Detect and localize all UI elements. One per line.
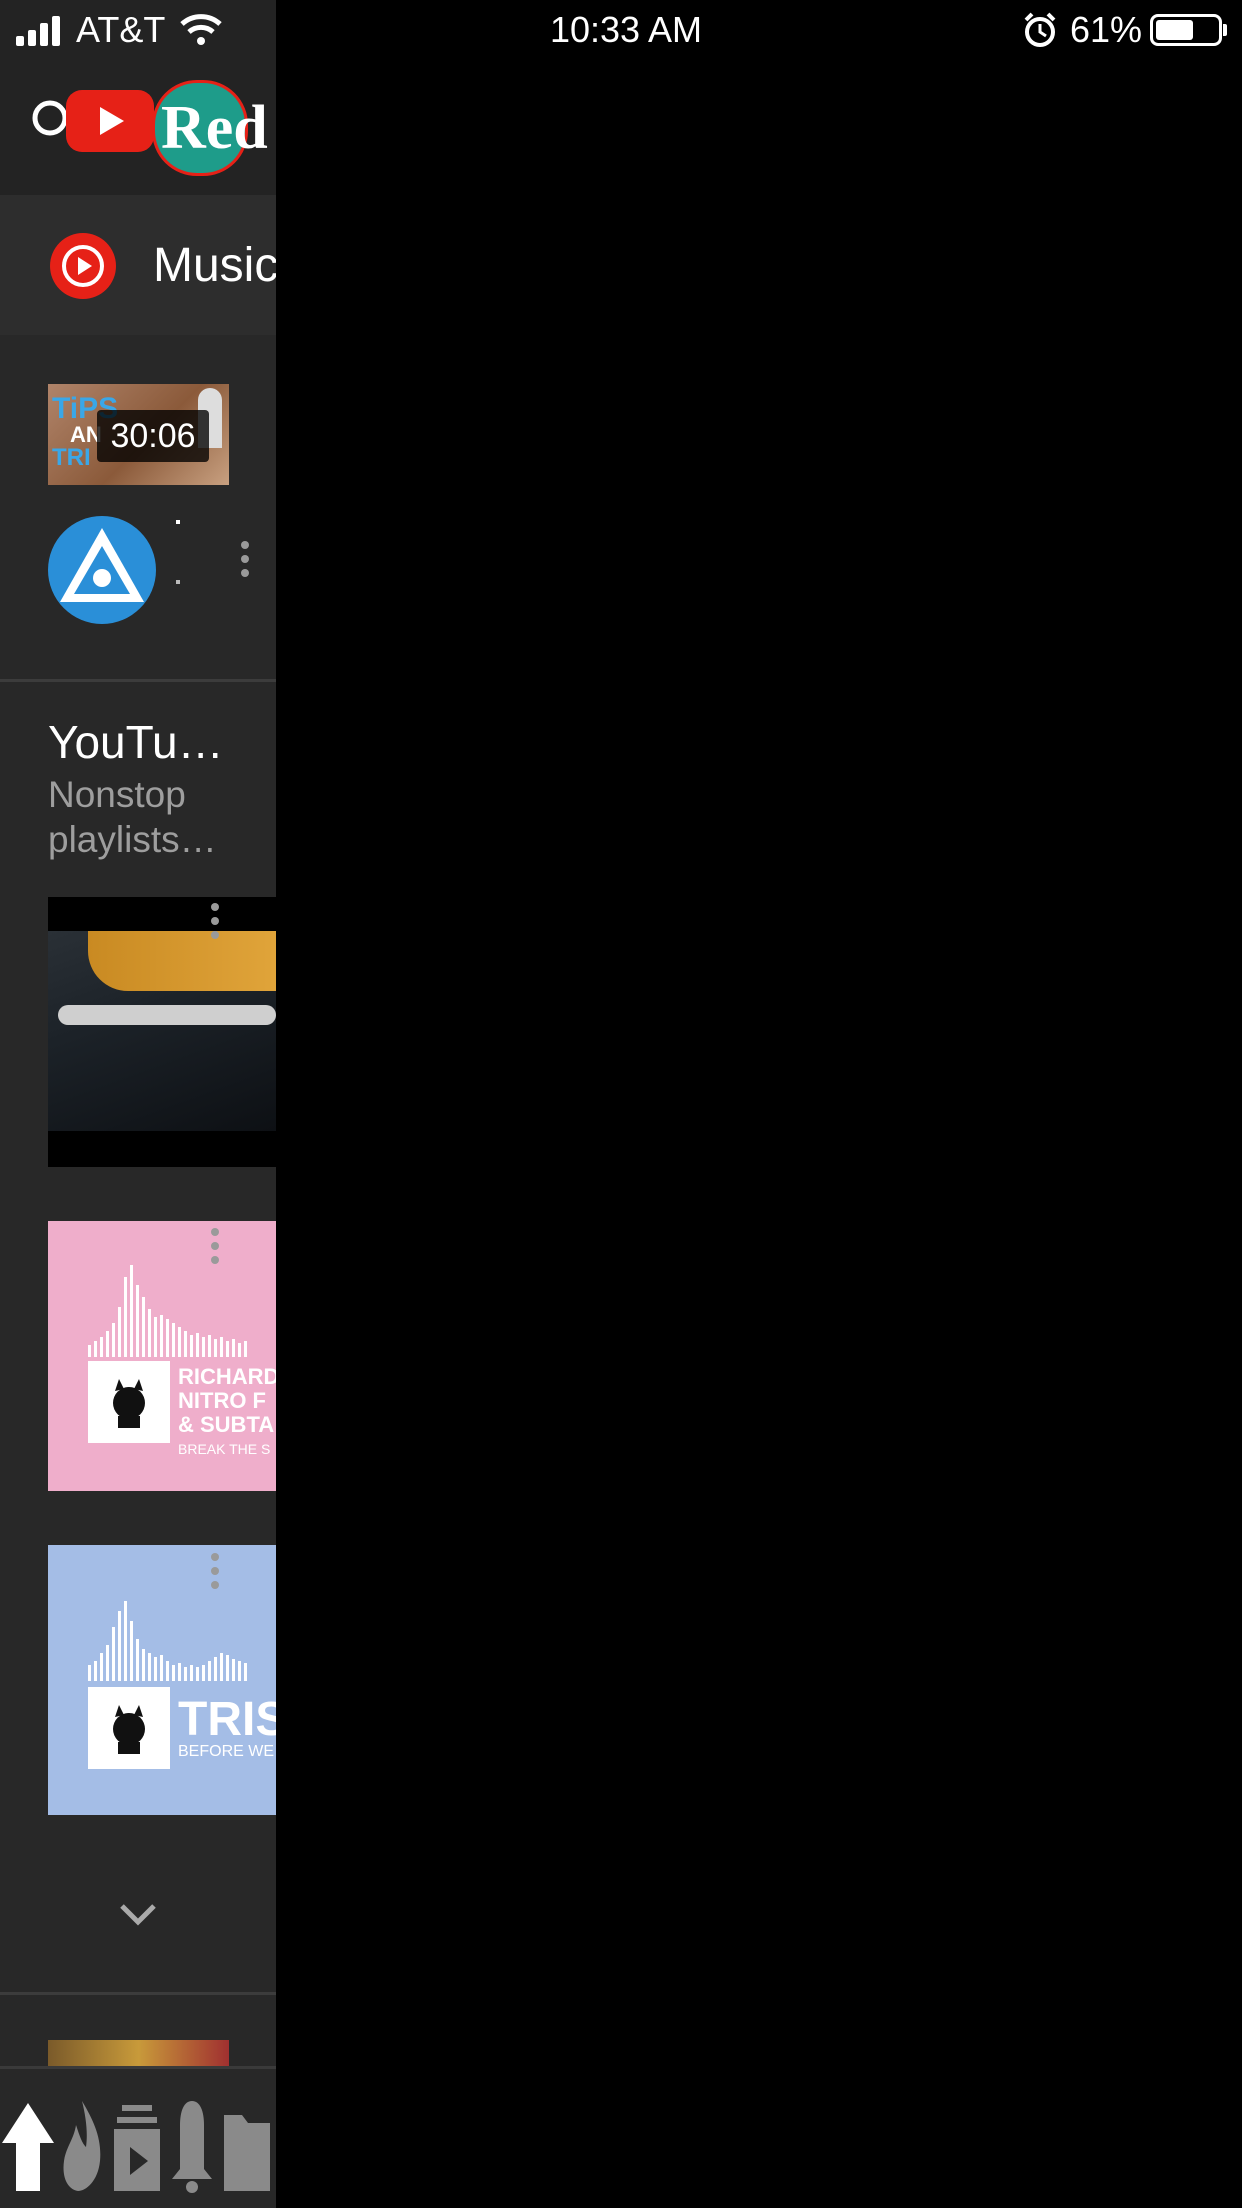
shelf-subtitle: Nonstop playlists… [48,772,268,862]
playlist-tile[interactable]: RICHARD NITRO F & SUBTA BREAK THE S [48,1221,276,1491]
shelf-subtitle-line: Nonstop [48,774,186,815]
tile-caption-line: TRIS [178,1693,276,1746]
subscriptions-icon[interactable] [112,2095,162,2195]
tile-caption-line: RICHARD [178,1364,276,1389]
home-icon[interactable] [0,2095,56,2195]
title-dot [176,520,180,524]
monstercat-logo [88,1361,170,1443]
tile-caption-line: BEFORE WE [178,1743,275,1760]
shelf-title: YouTu… [48,716,224,768]
library-icon[interactable] [222,2095,272,2195]
tile-caption-line: BREAK THE S [178,1441,271,1457]
logo-text: Red [161,94,268,162]
battery-percent: 61% [1070,9,1143,50]
notifications-icon[interactable] [170,2095,214,2195]
audio-spectrum [88,1265,247,1357]
more-vert-icon[interactable] [211,1553,221,1595]
audio-spectrum [88,1601,247,1681]
title-dot [176,580,180,584]
monstercat-logo [88,1687,170,1769]
guitar-neck [58,1005,276,1025]
more-vert-icon[interactable] [211,903,221,945]
youtube-logo-icon[interactable] [66,90,154,152]
thumb-text: TRI [52,444,91,471]
status-bar: AT&T 10:33 AM 61% [0,0,1242,60]
tile-caption-line: & SUBTA [178,1412,275,1437]
battery-icon [1150,14,1222,46]
more-vert-icon[interactable] [241,541,251,583]
alarm-icon [1024,12,1056,47]
battery-level [1156,20,1193,40]
chevron-down-icon[interactable] [118,1900,158,1928]
red-logo[interactable]: Red [152,80,268,176]
tile-caption-line: NITRO F [178,1388,266,1413]
music-play-icon [50,233,116,299]
more-vert-icon[interactable] [211,1228,221,1270]
side-panel: Red Music TiPS AN TRI 30:06 YouTu… Nonst… [0,0,276,2208]
channel-avatar[interactable] [48,510,156,630]
shelf-subtitle-line: playlists… [48,819,217,860]
section-divider [0,1992,276,1995]
tile-caption: RICHARD NITRO F & SUBTA BREAK THE S [178,1365,276,1461]
bottom-tab-bar [0,2066,276,2208]
playlist-tile[interactable]: TRIS BEFORE WE [48,1545,276,1815]
trending-icon[interactable] [60,2095,104,2195]
section-divider [0,679,276,682]
music-label: Music [153,239,276,292]
video-duration: 30:06 [97,410,209,462]
guitar-body [88,931,276,991]
battery-tip [1223,24,1227,36]
playlist-tile[interactable] [48,897,276,1167]
